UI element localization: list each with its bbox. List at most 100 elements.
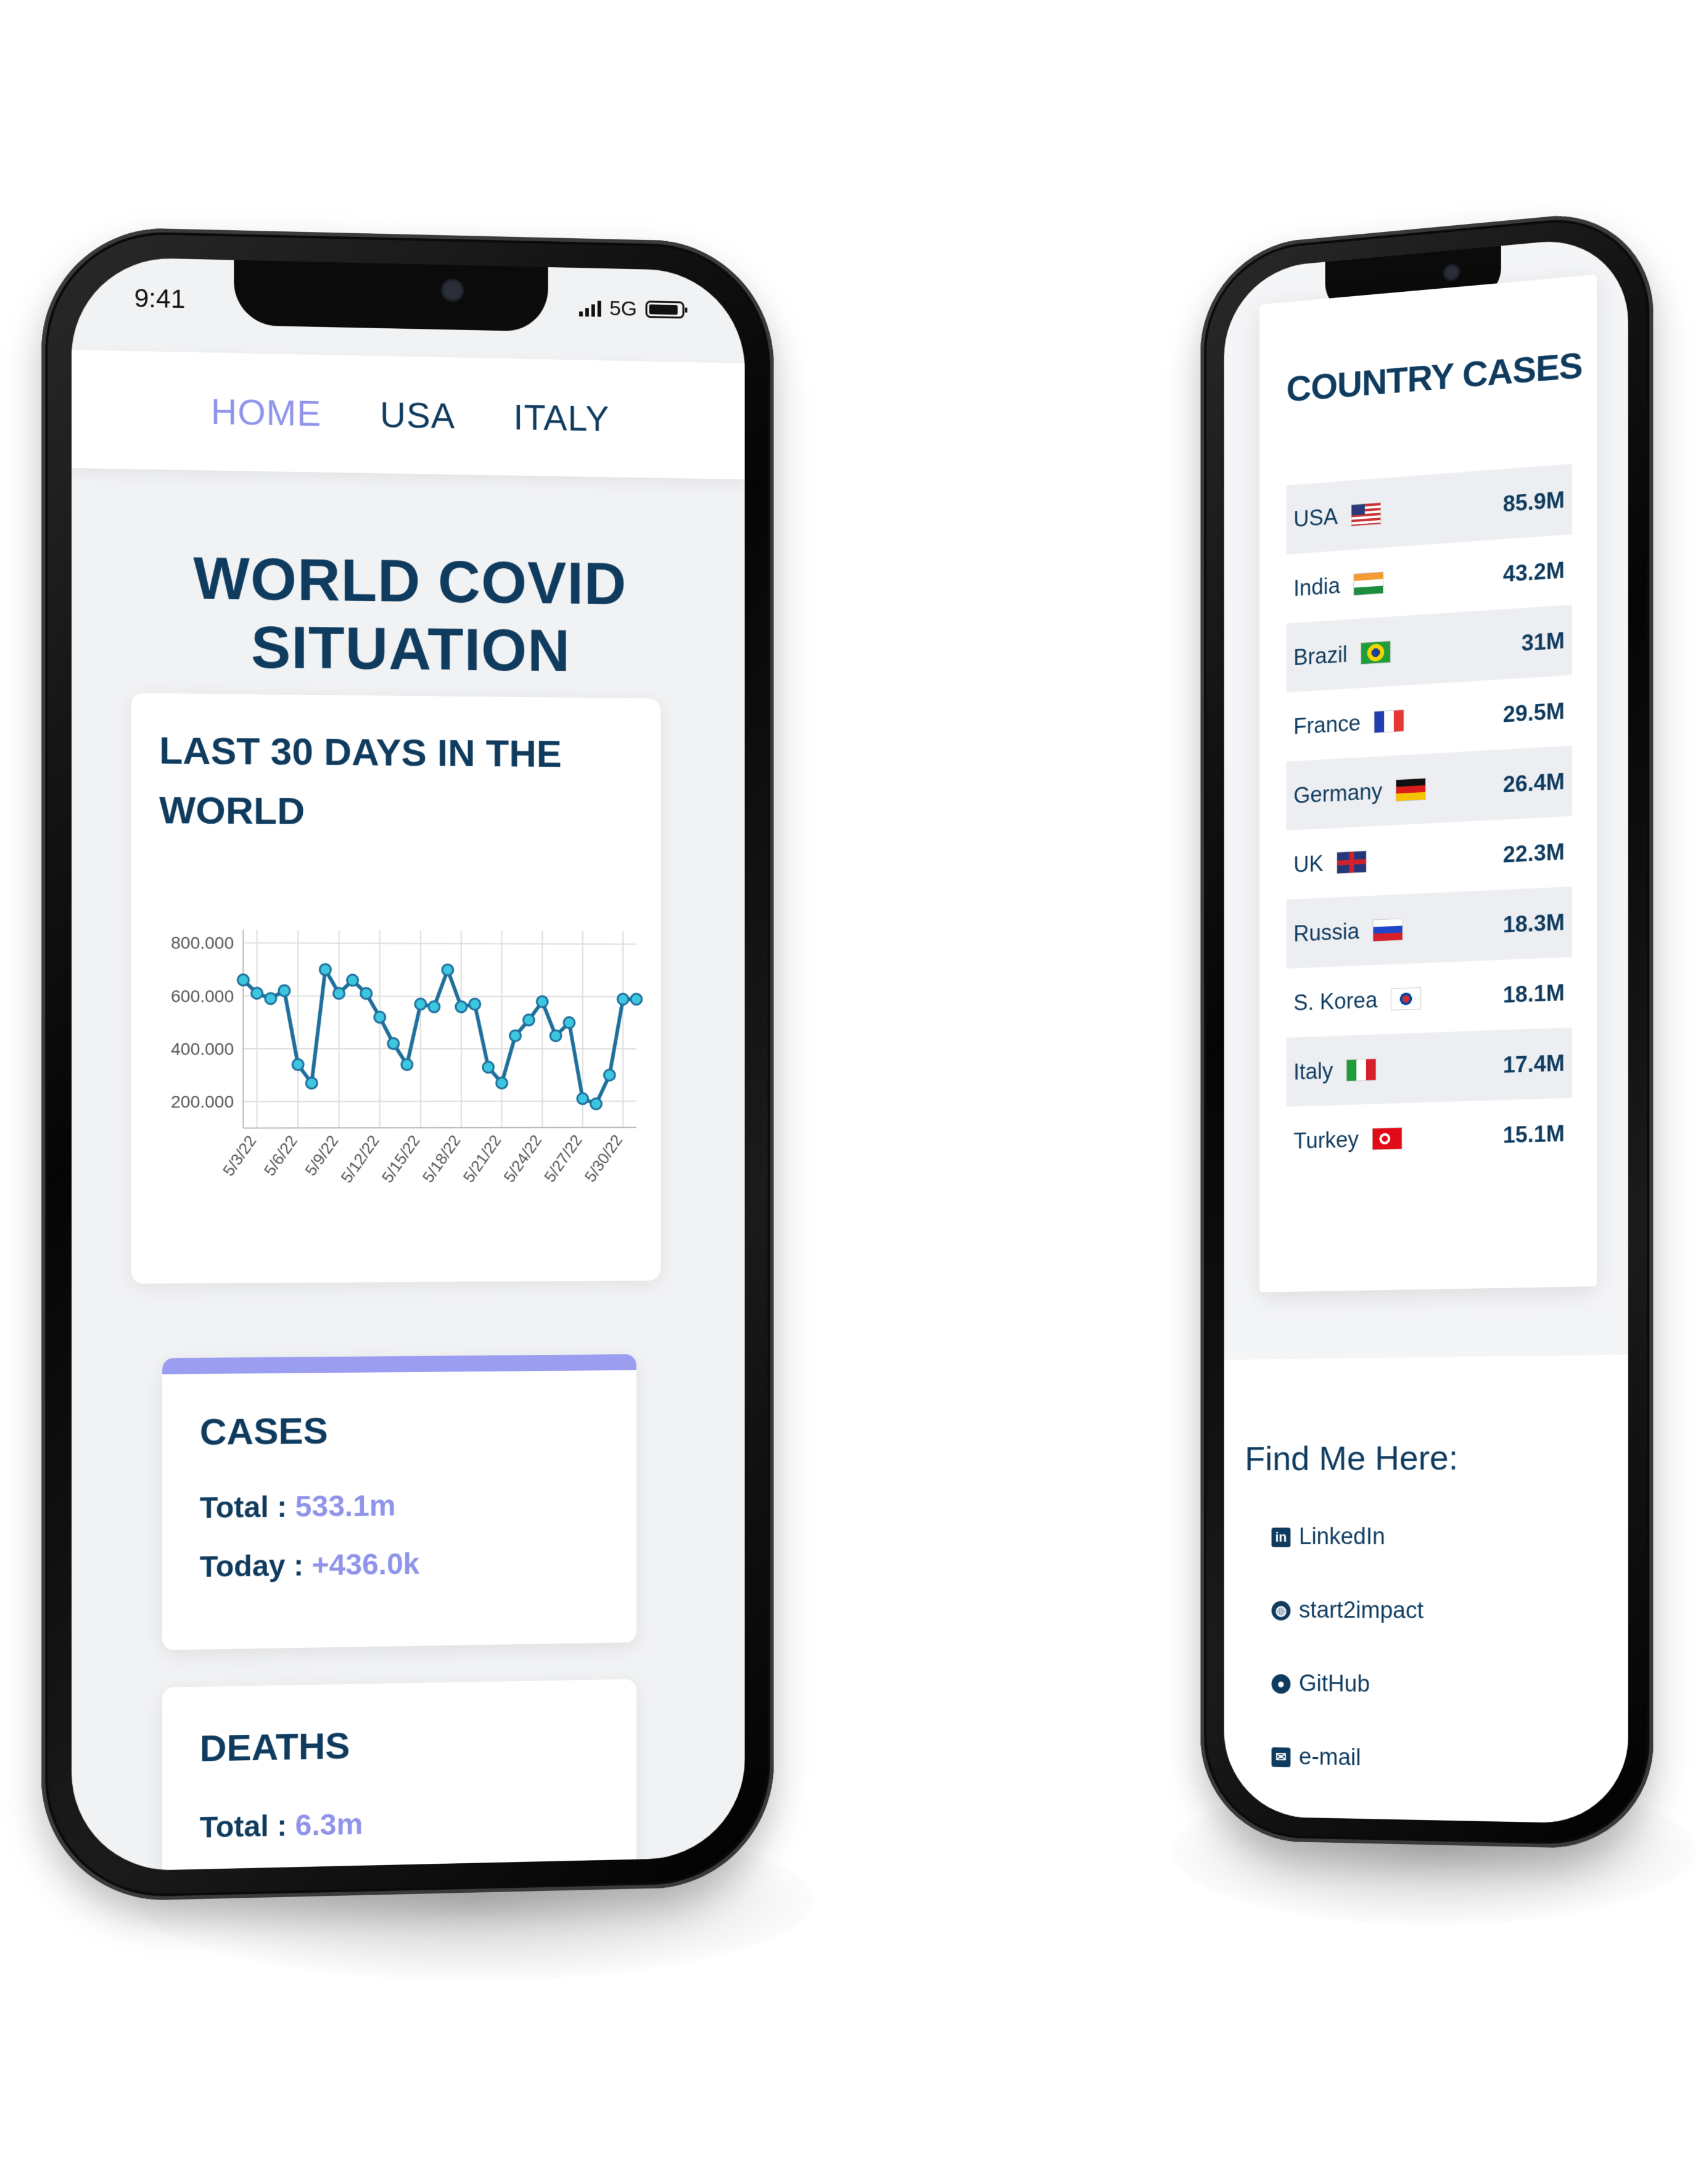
country-label: France bbox=[1293, 707, 1404, 739]
start2impact-link[interactable]: ◍ start2impact bbox=[1271, 1597, 1424, 1624]
country-cases-title: COUNTRY CASES bbox=[1286, 345, 1583, 410]
battery-icon bbox=[645, 300, 685, 319]
country-label: Brazil bbox=[1293, 639, 1391, 671]
footer: Find Me Here: in LinkedIn ◍ start2impact… bbox=[1224, 1354, 1628, 1824]
data-point bbox=[319, 964, 331, 975]
flag-india-icon bbox=[1353, 571, 1384, 596]
email-link[interactable]: ✉ e-mail bbox=[1271, 1743, 1361, 1771]
nav-italy[interactable]: ITALY bbox=[513, 397, 609, 440]
country-row: Turkey 15.1M bbox=[1287, 1098, 1572, 1176]
country-value: 29.5M bbox=[1502, 697, 1565, 727]
email-label: e-mail bbox=[1298, 1743, 1361, 1771]
data-point bbox=[510, 1030, 521, 1041]
camera-icon bbox=[440, 278, 464, 302]
chart-card: LAST 30 DAYS IN THE WORLD 200.000 400.000… bbox=[131, 693, 661, 1284]
flag-italy-icon bbox=[1346, 1058, 1377, 1082]
nav-usa[interactable]: USA bbox=[380, 394, 455, 437]
country-label: Italy bbox=[1293, 1056, 1377, 1085]
country-name: USA bbox=[1293, 503, 1338, 532]
data-point bbox=[550, 1030, 561, 1041]
data-point bbox=[306, 1078, 317, 1089]
page-title: WORLD COVID SITUATION bbox=[193, 545, 627, 684]
github-label: GitHub bbox=[1298, 1670, 1370, 1697]
status-time: 9:41 bbox=[134, 283, 186, 314]
top-nav: HOME USA ITALY bbox=[72, 349, 745, 480]
data-point bbox=[400, 1057, 414, 1071]
x-tick-label: 5/30/22 bbox=[581, 1131, 626, 1186]
cases-today-row: Today : +436.0k bbox=[200, 1547, 419, 1584]
chart-title-line1: LAST 30 DAYS IN THE bbox=[159, 729, 562, 776]
x-tick-label: 5/15/22 bbox=[378, 1131, 424, 1186]
country-label: Germany bbox=[1293, 776, 1426, 808]
x-tick-label: 5/3/22 bbox=[219, 1132, 260, 1180]
data-point bbox=[374, 1012, 385, 1023]
data-point bbox=[483, 1062, 494, 1073]
network-label: 5G bbox=[609, 296, 637, 321]
x-tick-label: 5/24/22 bbox=[500, 1131, 545, 1186]
cases-card: CASES Total : 533.1m Today : +436.0k bbox=[162, 1354, 637, 1650]
cases-today-label: Today : bbox=[199, 1549, 312, 1584]
notch bbox=[234, 260, 548, 332]
data-point bbox=[577, 1093, 588, 1104]
linkedin-label: LinkedIn bbox=[1298, 1524, 1385, 1550]
country-label: Russia bbox=[1293, 916, 1403, 946]
country-value: 18.3M bbox=[1502, 909, 1565, 938]
data-point bbox=[237, 974, 249, 985]
country-value: 31M bbox=[1521, 627, 1565, 656]
chart-title-line2: WORLD bbox=[159, 788, 305, 833]
flag-uk-icon bbox=[1337, 850, 1367, 874]
x-tick-label: 5/9/22 bbox=[301, 1132, 342, 1180]
x-axis bbox=[243, 1127, 636, 1128]
footer-title: Find Me Here: bbox=[1245, 1437, 1459, 1478]
country-row: Italy 17.4M bbox=[1286, 1027, 1572, 1107]
signal-icon bbox=[579, 299, 601, 317]
country-name: India bbox=[1293, 572, 1340, 601]
country-row: Russia 18.3M bbox=[1286, 886, 1572, 969]
github-icon: ● bbox=[1271, 1673, 1291, 1694]
country-value: 26.4M bbox=[1502, 768, 1565, 797]
country-name: Russia bbox=[1293, 918, 1360, 946]
flag-russia-icon bbox=[1372, 917, 1403, 941]
country-value: 18.1M bbox=[1502, 979, 1565, 1007]
data-point bbox=[617, 994, 628, 1005]
data-point bbox=[497, 1077, 508, 1088]
country-label: UK bbox=[1293, 848, 1367, 877]
y-tick-label: 600.000 bbox=[171, 987, 234, 1006]
left-phone: 9:41 5G HOME USA ITALY WORLD COVID SITUA… bbox=[41, 225, 774, 1903]
data-point bbox=[537, 996, 548, 1007]
nav-home[interactable]: HOME bbox=[211, 391, 321, 434]
y-tick-label: 200.000 bbox=[171, 1093, 234, 1112]
status-indicators: 5G bbox=[579, 296, 685, 321]
y-tick-label: 400.000 bbox=[171, 1040, 234, 1059]
deaths-card: DEATHS Total : 6.3m bbox=[162, 1679, 637, 1872]
data-point bbox=[591, 1098, 602, 1109]
data-point bbox=[604, 1070, 615, 1081]
flag-usa-icon bbox=[1351, 502, 1382, 526]
github-link[interactable]: ● GitHub bbox=[1271, 1670, 1370, 1698]
cases-today-value: +436.0k bbox=[311, 1547, 420, 1582]
y-tick-label: 800.000 bbox=[171, 933, 234, 953]
cases-title: CASES bbox=[199, 1410, 328, 1453]
x-tick-label: 5/27/22 bbox=[540, 1131, 585, 1186]
country-name: Italy bbox=[1293, 1057, 1333, 1085]
country-name: Germany bbox=[1293, 778, 1383, 808]
right-phone: COUNTRY CASES USA 85.9M India 43.2M Braz… bbox=[1200, 207, 1654, 1850]
flag-brazil-icon bbox=[1361, 640, 1391, 664]
data-point bbox=[564, 1017, 575, 1028]
chart-title: LAST 30 DAYS IN THE WORLD bbox=[159, 721, 591, 843]
x-tick-label: 5/21/22 bbox=[459, 1131, 505, 1186]
data-point bbox=[252, 988, 263, 999]
flag-south-korea-icon bbox=[1391, 987, 1422, 1011]
cases-total-label: Total : bbox=[199, 1491, 295, 1525]
country-cases-card: COUNTRY CASES USA 85.9M India 43.2M Braz… bbox=[1259, 274, 1597, 1293]
data-point bbox=[347, 975, 358, 986]
data-point bbox=[631, 994, 642, 1005]
linkedin-link[interactable]: in LinkedIn bbox=[1271, 1524, 1385, 1550]
data-point bbox=[279, 985, 290, 996]
country-list: USA 85.9M India 43.2M Brazil 31M France … bbox=[1286, 463, 1572, 1176]
cases-total-row: Total : 533.1m bbox=[200, 1489, 396, 1525]
data-point bbox=[388, 1038, 399, 1049]
data-point bbox=[456, 1001, 467, 1012]
data-point bbox=[334, 988, 345, 999]
data-point bbox=[469, 999, 480, 1010]
